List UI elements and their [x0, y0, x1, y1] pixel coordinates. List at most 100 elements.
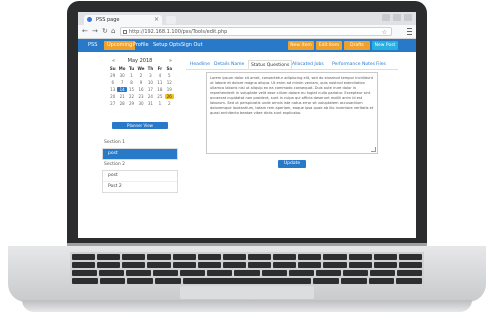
calendar-day[interactable]: 5	[165, 73, 174, 78]
tab-headline[interactable]: Headline	[190, 60, 210, 69]
nav-item-signout[interactable]: Sign Out	[178, 41, 206, 50]
update-button[interactable]: Update	[278, 160, 306, 168]
keyboard-key	[222, 262, 246, 268]
new-tab-button[interactable]	[166, 16, 176, 24]
back-icon[interactable]: ←	[82, 27, 88, 35]
keyboard-key	[373, 262, 397, 268]
keyboard-key	[97, 262, 121, 268]
minimize-icon[interactable]	[382, 14, 390, 21]
keyboard-key	[127, 278, 154, 284]
calendar-day[interactable]: 26	[164, 94, 174, 99]
calendar-day[interactable]: 21	[117, 94, 126, 99]
close-icon[interactable]: ×	[154, 15, 159, 25]
calendar-day[interactable]: 16	[136, 87, 145, 92]
section-list: post	[102, 148, 178, 160]
calendar-day[interactable]: 2	[165, 101, 174, 106]
calendar-day[interactable]: 30	[117, 73, 126, 78]
keyboard-key	[234, 270, 260, 276]
planner-view-button[interactable]: Planner View	[112, 122, 168, 129]
keyboard-key	[153, 270, 179, 276]
calendar-day[interactable]: 29	[127, 101, 136, 106]
list-item[interactable]: post	[103, 171, 177, 182]
calendar-weekday: Tu	[128, 66, 135, 71]
tab-performance-notes[interactable]: Performance Notes	[332, 60, 375, 69]
calendar-day[interactable]: 23	[136, 94, 145, 99]
calendar-day[interactable]: 3	[146, 73, 155, 78]
calendar-day[interactable]: 14	[117, 87, 127, 92]
bookmark-star-icon[interactable]: ☆	[382, 28, 387, 35]
browser-tab[interactable]: PSS page ×	[84, 15, 162, 25]
calendar-day[interactable]: 1	[127, 73, 136, 78]
calendar-day[interactable]: 31	[146, 101, 155, 106]
calendar-day[interactable]: 30	[136, 101, 145, 106]
home-icon[interactable]: ⌂	[111, 27, 115, 35]
keyboard-key	[323, 262, 347, 268]
maximize-icon[interactable]	[393, 14, 401, 21]
calendar-weekday: Th	[147, 66, 154, 71]
calendar-day[interactable]: 9	[136, 80, 145, 85]
keyboard-key	[197, 254, 221, 260]
calendar-day[interactable]: 2	[136, 73, 145, 78]
calendar-next-button[interactable]: »	[169, 58, 172, 65]
calendar-day[interactable]: 6	[108, 80, 117, 85]
app-logo[interactable]: PSS	[88, 42, 97, 49]
calendar-day[interactable]: 8	[127, 80, 136, 85]
keyboard-key	[298, 262, 322, 268]
window-controls	[382, 14, 412, 21]
keyboard-key	[180, 270, 206, 276]
calendar-day[interactable]: 18	[155, 87, 164, 92]
keyboard-key	[99, 278, 126, 284]
calendar-day[interactable]: 11	[155, 80, 164, 85]
calendar-day[interactable]: 24	[146, 94, 155, 99]
edit-item-button[interactable]: Edit Item	[316, 41, 342, 50]
keyboard-key	[323, 254, 347, 260]
keyboard-key	[340, 278, 367, 284]
notes-textarea[interactable]: Lorem ipsum dolor sit amet, consectetur …	[206, 72, 378, 154]
drafts-button[interactable]: Drafts	[344, 41, 370, 50]
calendar-day[interactable]: 20	[108, 94, 117, 99]
calendar-day[interactable]: 25	[155, 94, 164, 99]
calendar-day[interactable]: 10	[146, 80, 155, 85]
page-info-icon[interactable]	[123, 30, 127, 34]
keyboard-key	[172, 262, 196, 268]
close-window-icon[interactable]	[404, 14, 412, 21]
calendar-day[interactable]: 7	[117, 80, 126, 85]
new-item-button[interactable]: New Item	[288, 41, 314, 50]
calendar-weekday: Su	[109, 66, 116, 71]
laptop-base-front	[22, 300, 472, 312]
tab-files[interactable]: Files	[376, 60, 386, 69]
calendar-day[interactable]: 4	[155, 73, 164, 78]
tab-status-questions[interactable]: Status Questions	[248, 60, 293, 69]
reload-icon[interactable]: ↻	[102, 27, 108, 35]
keyboard-key	[72, 254, 96, 260]
keyboard-key	[398, 254, 422, 260]
keyboard-key	[97, 254, 121, 260]
resize-handle-icon[interactable]	[371, 147, 376, 152]
calendar-day[interactable]: 28	[117, 101, 126, 106]
keyboard-key	[313, 278, 339, 284]
list-item[interactable]: post	[103, 149, 177, 159]
keyboard-key	[147, 254, 171, 260]
calendar-day[interactable]: 27	[108, 101, 117, 106]
calendar-day[interactable]: 12	[165, 80, 174, 85]
new-post-button[interactable]: New Post	[372, 41, 398, 50]
calendar-day[interactable]: 13	[108, 87, 117, 92]
calendar-day[interactable]: 1	[155, 101, 164, 106]
calendar-day[interactable]: 15	[127, 87, 136, 92]
calendar-prev-button[interactable]: «	[112, 58, 115, 65]
calendar-day[interactable]: 17	[146, 87, 155, 92]
keyboard-key	[315, 270, 341, 276]
calendar-day[interactable]: 19	[165, 87, 174, 92]
forward-icon[interactable]: →	[92, 27, 98, 35]
nav-item-profile[interactable]: Profile	[130, 41, 152, 50]
browser-menu-icon[interactable]	[407, 28, 412, 35]
calendar-day[interactable]: 22	[127, 94, 136, 99]
calendar-grid: Su Mo Tu We Th Fr Sa 29 30 1 2 3 4 5 6 7 8 9 10 11 12 13 14 15 1…	[108, 66, 174, 106]
calendar-weekday: Mo	[118, 66, 126, 71]
list-item[interactable]: Post 2	[103, 182, 177, 192]
keyboard-key	[368, 278, 395, 284]
calendar-day[interactable]: 29	[108, 73, 117, 78]
tab-allocated-jobs[interactable]: Allocated Jobs	[292, 60, 324, 69]
address-input[interactable]: http://192.168.1.100/pss/Tools/edit.php …	[120, 27, 392, 36]
tab-details[interactable]: Details Name	[214, 60, 244, 69]
